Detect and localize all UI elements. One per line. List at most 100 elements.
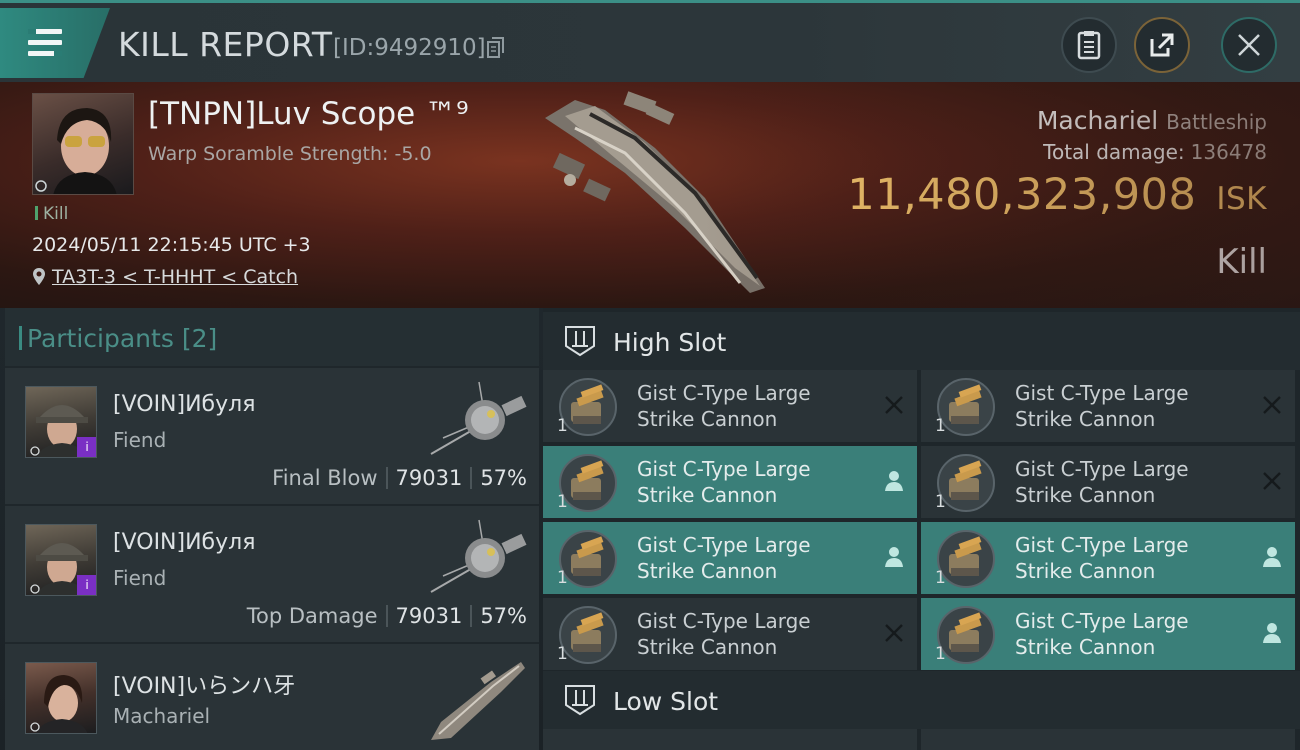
participants-header: Participants [2] bbox=[5, 308, 539, 366]
kill-timestamp: 2024/05/11 22:15:45 UTC +3 bbox=[32, 234, 311, 256]
module-tile[interactable]: 1 Gist C-Type Large Strike Cannon bbox=[543, 446, 917, 518]
participant-role: Top Damage bbox=[246, 604, 378, 628]
corp-badge-icon: i bbox=[77, 437, 96, 457]
participant-avatar bbox=[25, 662, 97, 734]
isk-unit: ISK bbox=[1216, 181, 1267, 217]
module-quantity: 1 bbox=[557, 568, 568, 588]
person-dropped-icon bbox=[885, 547, 903, 567]
module-tile[interactable]: 1 Gist C-Type Large Strike Cannon bbox=[543, 370, 917, 442]
participant-ship-image bbox=[431, 662, 525, 740]
module-name: Gist C-Type Large Strike Cannon bbox=[637, 456, 867, 508]
x-destroyed-icon bbox=[1263, 472, 1281, 490]
clipboard-button[interactable] bbox=[1061, 17, 1117, 73]
corp-badge-icon: i bbox=[77, 575, 96, 595]
module-quantity: 1 bbox=[935, 568, 946, 588]
participant-name: [VOIN]Ибуля bbox=[113, 530, 256, 555]
module-name: Gist C-Type Large Strike Cannon bbox=[1015, 532, 1245, 584]
module-name-line1: Gist C-Type Large bbox=[1015, 381, 1189, 405]
module-quantity: 1 bbox=[935, 492, 946, 512]
victim-banner: [TNPN]Luv Scope ™⁹ Warp Soramble Strengt… bbox=[0, 82, 1300, 308]
module-tile[interactable]: 1 Gist C-Type Large Strike Cannon bbox=[921, 598, 1295, 670]
participant-avatar: i bbox=[25, 524, 97, 596]
x-destroyed-icon bbox=[885, 396, 903, 414]
participant-row[interactable]: i [VOIN]Ибуля Fiend Top Damage 79031 57% bbox=[5, 506, 539, 642]
module-name-line1: Gist C-Type Large bbox=[637, 609, 811, 633]
header-bar: KILL REPORT [ID:9492910] bbox=[0, 0, 1300, 82]
fitting-panel: High Slot 1 Gist C-Type Large Strike Canno… bbox=[543, 308, 1300, 750]
module-name: Gist C-Type Large Strike Cannon bbox=[637, 380, 867, 432]
module-tile[interactable]: 1 Gist C-Type Large Strike Cannon bbox=[921, 522, 1295, 594]
victim-name[interactable]: [TNPN]Luv Scope ™⁹ bbox=[148, 96, 469, 132]
participant-ship: Machariel bbox=[113, 704, 211, 728]
participant-ship: Fiend bbox=[113, 428, 167, 452]
participant-name: [VOIN]いらンハ牙 bbox=[113, 674, 296, 699]
module-name: Gist C-Type Large Strike Cannon bbox=[1015, 380, 1245, 432]
warp-scramble-strength: Warp Soramble Strength: -5.0 bbox=[148, 143, 432, 165]
module-tile[interactable]: 1 Gist C-Type Large Strike Cannon bbox=[921, 370, 1295, 442]
isk-value: 11,480,323,908 ISK bbox=[847, 170, 1267, 220]
high-slot-header: High Slot bbox=[543, 312, 1300, 370]
participant-damage: 79031 bbox=[395, 604, 463, 628]
module-quantity: 1 bbox=[557, 644, 568, 664]
module-quantity: 1 bbox=[935, 644, 946, 664]
victim-ship-name: Machariel bbox=[1036, 106, 1159, 135]
module-name-line1: Gist C-Type Large bbox=[1015, 609, 1189, 633]
location-pin-icon bbox=[33, 268, 45, 285]
kill-report-screen: KILL REPORT [ID:9492910] [TNPN]Luv Scope… bbox=[0, 0, 1300, 750]
close-button[interactable] bbox=[1221, 17, 1277, 73]
kill-location[interactable]: TA3T-3 < T-HHHT < Catch bbox=[32, 266, 298, 288]
person-dropped-icon bbox=[1263, 623, 1281, 643]
total-damage-value: 136478 bbox=[1190, 140, 1267, 164]
participant-ship: Fiend bbox=[113, 566, 167, 590]
participant-row[interactable]: [VOIN]いらンハ牙 Machariel bbox=[5, 644, 539, 750]
isk-amount: 11,480,323,908 bbox=[847, 170, 1197, 220]
clipboard-icon bbox=[1077, 31, 1101, 60]
victim-avatar[interactable] bbox=[32, 93, 134, 195]
copy-icon[interactable] bbox=[487, 37, 505, 59]
module-tile[interactable]: 1 Gist C-Type Large Strike Cannon bbox=[921, 446, 1295, 518]
participant-percent: 57% bbox=[480, 466, 527, 490]
module-name-line2: Strike Cannon bbox=[637, 407, 778, 431]
low-slot-module[interactable] bbox=[543, 729, 917, 750]
module-quantity: 1 bbox=[557, 492, 568, 512]
high-slot-label: High Slot bbox=[613, 328, 727, 357]
module-name-line1: Gist C-Type Large bbox=[1015, 457, 1189, 481]
module-quantity: 1 bbox=[935, 416, 946, 436]
module-tile[interactable]: 1 Gist C-Type Large Strike Cannon bbox=[543, 598, 917, 670]
participant-row[interactable]: i [VOIN]Ибуля Fiend Final Blow 79031 57% bbox=[5, 368, 539, 504]
participant-avatar: i bbox=[25, 386, 97, 458]
menu-button[interactable] bbox=[0, 8, 110, 78]
low-slot-header: Low Slot bbox=[543, 671, 1300, 729]
kill-result: Kill bbox=[1216, 242, 1267, 282]
module-name: Gist C-Type Large Strike Cannon bbox=[1015, 608, 1245, 660]
participant-name: [VOIN]Ибуля bbox=[113, 392, 256, 417]
module-name-line2: Strike Cannon bbox=[637, 559, 778, 583]
participants-count: [2] bbox=[181, 324, 218, 353]
close-icon bbox=[1238, 34, 1260, 56]
share-button[interactable] bbox=[1134, 17, 1190, 73]
kill-tag: Kill bbox=[35, 204, 68, 224]
report-id: [ID:9492910] bbox=[333, 35, 486, 61]
x-destroyed-icon bbox=[885, 624, 903, 642]
total-damage: Total damage: 136478 bbox=[1043, 140, 1267, 164]
low-slot-module[interactable] bbox=[921, 729, 1295, 750]
participant-ship-image bbox=[430, 381, 527, 455]
module-name: Gist C-Type Large Strike Cannon bbox=[1015, 456, 1245, 508]
participant-damage: 79031 bbox=[395, 466, 463, 490]
person-dropped-icon bbox=[1263, 547, 1281, 567]
share-icon bbox=[1150, 33, 1174, 57]
participant-ship-image bbox=[430, 519, 527, 593]
location-link[interactable]: TA3T-3 < T-HHHT < Catch bbox=[52, 266, 298, 288]
module-tile[interactable]: 1 Gist C-Type Large Strike Cannon bbox=[543, 522, 917, 594]
module-name-line2: Strike Cannon bbox=[1015, 407, 1156, 431]
participant-stats: Final Blow 79031 57% bbox=[272, 466, 527, 490]
x-destroyed-icon bbox=[1263, 396, 1281, 414]
victim-ship-type[interactable]: Machariel Battleship bbox=[1037, 106, 1267, 135]
module-name: Gist C-Type Large Strike Cannon bbox=[637, 608, 867, 660]
module-name-line2: Strike Cannon bbox=[637, 635, 778, 659]
participant-stats: Top Damage 79031 57% bbox=[247, 604, 527, 628]
module-name-line1: Gist C-Type Large bbox=[1015, 533, 1189, 557]
module-name-line1: Gist C-Type Large bbox=[637, 533, 811, 557]
module-name: Gist C-Type Large Strike Cannon bbox=[637, 532, 867, 584]
participants-panel: Participants [2] i [VOIN]Ибуля Fiend Fin… bbox=[5, 308, 539, 750]
